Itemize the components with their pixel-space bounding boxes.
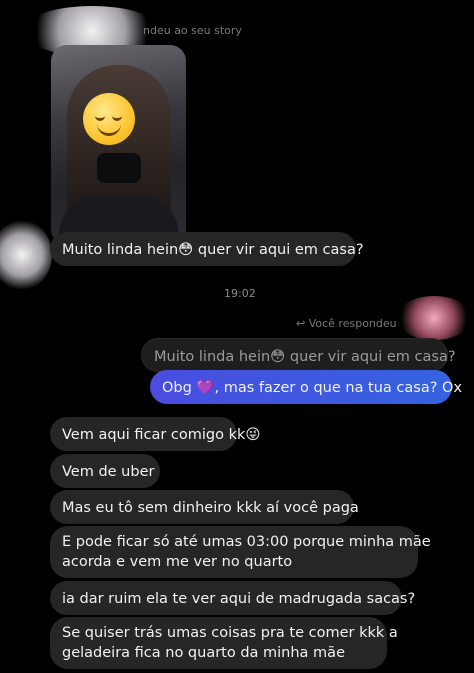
you-replied-text: Você respondeu [308,317,397,330]
you-replied-label: ↩ Você respondeu [296,317,397,330]
message-bubble-multiline[interactable]: Se quiser trás umas coisas pra te comer … [50,617,398,669]
message-bubble[interactable]: ia dar ruim ela te ver aqui de madrugada… [50,581,415,615]
message-line: acorda e vem me ver no quarto [62,554,293,570]
message-bubble-story-reply[interactable]: Muito linda hein😳 quer vir aqui em casa? [50,232,364,266]
story-reply-header: ndeu ao seu story [143,24,242,37]
message-line: geladeira fica no quarto da minha mãe [62,645,345,661]
message-bubble[interactable]: Vem aqui ficar comigo kk😜 [50,417,261,451]
message-line: Se quiser trás umas coisas pra te comer … [62,625,398,641]
redaction-blur-right [396,296,472,340]
redaction-blur-left [0,220,52,290]
message-bubble[interactable]: Vem de uber [50,454,160,488]
message-bubble[interactable]: Mas eu tô sem dinheiro kkk aí você paga [50,490,359,524]
message-bubble-multiline[interactable]: E pode ficar só até umas 03:00 porque mi… [50,526,431,578]
outgoing-message-bubble[interactable]: Obg 💜, mas fazer o que na tua casa? Ox [150,370,462,404]
relieved-face-emoji-icon [83,93,135,145]
quoted-message-bubble[interactable]: Muito linda hein😳 quer vir aqui em casa? [141,338,456,372]
story-photo-mask [97,153,141,183]
timestamp: 19:02 [224,287,256,300]
message-line: E pode ficar só até umas 03:00 porque mi… [62,534,431,550]
reply-arrow-icon: ↩ [296,317,306,330]
story-thumbnail[interactable] [51,45,186,245]
